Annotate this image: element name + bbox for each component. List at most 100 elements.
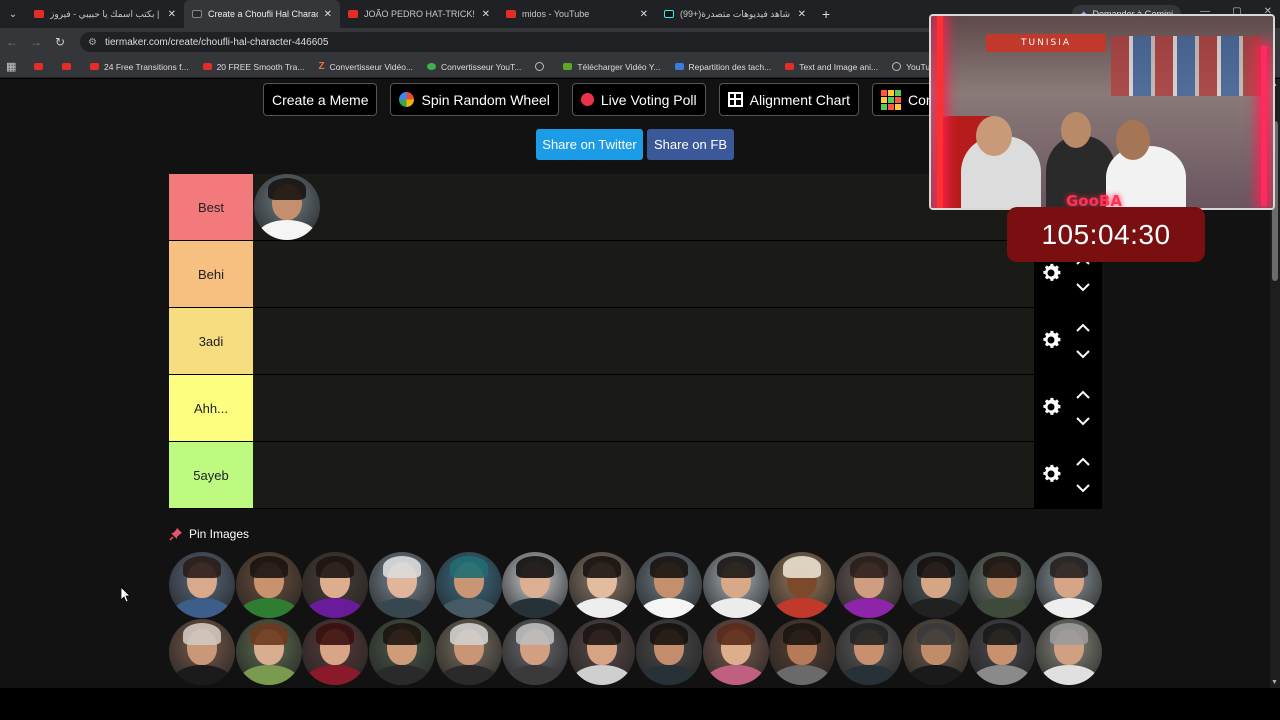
pool-image-avatar[interactable] (635, 552, 702, 618)
close-icon[interactable]: ✕ (168, 9, 176, 20)
pool-image-avatar[interactable] (435, 619, 502, 685)
tier-row: 3adi (169, 308, 1102, 375)
youtube-icon (202, 63, 212, 70)
image-pool (169, 552, 1103, 685)
tier-label[interactable]: 3adi (169, 308, 253, 374)
tier-drop-zone[interactable] (253, 375, 1034, 441)
reload-icon[interactable]: ↻ (48, 35, 72, 49)
tab-5[interactable]: (99+)شاهد فيديوهات متصدرة ✕ (656, 0, 814, 28)
pin-images-header: Pin Images (169, 527, 249, 541)
bookmark-8[interactable]: Télécharger Vidéo Y... (563, 62, 661, 72)
back-arrow-icon[interactable]: ← (0, 35, 24, 49)
live-voting-button[interactable]: Live Voting Poll (571, 83, 706, 116)
tab-search-icon[interactable]: ⌄ (0, 0, 26, 28)
close-icon[interactable]: ✕ (798, 9, 806, 20)
tier-label[interactable]: Best (169, 174, 253, 240)
tier-item-avatar[interactable] (254, 174, 320, 240)
pool-image-avatar[interactable] (1035, 552, 1102, 618)
pool-image-avatar[interactable] (235, 619, 302, 685)
scroll-down-icon[interactable]: ▼ (1271, 679, 1278, 686)
close-icon[interactable]: ✕ (324, 9, 332, 20)
bookmark-5[interactable]: Z Convertisseur Vidéo... (318, 61, 413, 72)
spin-wheel-button[interactable]: Spin Random Wheel (390, 83, 559, 116)
bookmark-4[interactable]: 20 FREE Smooth Tra... (202, 62, 304, 72)
tier-drop-zone[interactable] (253, 241, 1034, 307)
chevron-down-icon[interactable] (1074, 482, 1092, 494)
pool-image-avatar[interactable] (902, 619, 969, 685)
chevron-up-icon[interactable] (1074, 389, 1092, 401)
chevron-down-icon[interactable] (1074, 348, 1092, 360)
create-meme-button[interactable]: Create a Meme (263, 83, 378, 116)
pool-image-avatar[interactable] (635, 619, 702, 685)
gear-icon[interactable] (1039, 462, 1063, 486)
pool-image-avatar[interactable] (769, 552, 836, 618)
grid-icon (727, 92, 743, 107)
share-facebook-button[interactable]: Share on FB (647, 129, 734, 160)
tier-label[interactable]: Ahh... (169, 375, 253, 441)
gear-icon[interactable] (1039, 328, 1063, 352)
alignment-chart-button[interactable]: Alignment Chart (718, 83, 860, 116)
pool-image-avatar[interactable] (702, 619, 769, 685)
youtube-icon (34, 10, 44, 18)
tab-1[interactable]: بكتب اسمك يا حبيبي - فيروز | ube ✕ (26, 0, 184, 28)
site-info-icon[interactable]: ⚙ (88, 37, 97, 48)
tier-label[interactable]: Behi (169, 241, 253, 307)
button-label: Alignment Chart (749, 91, 851, 108)
pool-image-avatar[interactable] (569, 619, 636, 685)
bookmark-1[interactable] (34, 63, 48, 70)
bookmark-9[interactable]: Repartition des tach... (674, 62, 771, 72)
pool-image-avatar[interactable] (569, 552, 636, 618)
apps-grid-icon[interactable]: ▦ (6, 60, 20, 73)
pool-image-avatar[interactable] (969, 619, 1036, 685)
pool-image-avatar[interactable] (435, 552, 502, 618)
chevron-up-icon[interactable] (1074, 322, 1092, 334)
pool-image-avatar[interactable] (969, 552, 1036, 618)
chevron-down-icon[interactable] (1074, 415, 1092, 427)
bookmark-3[interactable]: 24 Free Transitions f... (90, 62, 189, 72)
bookmark-6[interactable]: Convertisseur YouT... (427, 62, 521, 72)
gear-icon[interactable] (1039, 261, 1063, 285)
tab-4[interactable]: midos - YouTube ✕ (498, 0, 656, 28)
pool-image-avatar[interactable] (235, 552, 302, 618)
forward-arrow-icon[interactable]: → (24, 35, 48, 49)
close-icon[interactable]: ✕ (482, 9, 490, 20)
globe-icon (535, 62, 545, 71)
bookmark-label: Text and Image ani... (799, 61, 879, 72)
pool-image-avatar[interactable] (169, 619, 235, 685)
tier-controls (1034, 308, 1102, 374)
pool-image-avatar[interactable] (169, 552, 235, 618)
docs-icon (674, 63, 684, 70)
pool-image-avatar[interactable] (302, 552, 369, 618)
pool-image-avatar[interactable] (369, 619, 436, 685)
tier-label[interactable]: 5ayeb (169, 442, 253, 508)
pool-image-avatar[interactable] (502, 619, 569, 685)
pool-image-avatar[interactable] (302, 619, 369, 685)
download-icon (563, 63, 573, 70)
pool-image-avatar[interactable] (902, 552, 969, 618)
mouse-cursor-icon (121, 587, 131, 603)
flag-banner: TUNISIA (986, 34, 1106, 52)
bookmark-7[interactable] (535, 62, 549, 71)
share-twitter-button[interactable]: Share on Twitter (536, 129, 643, 160)
bookmark-2[interactable] (62, 63, 76, 70)
pool-image-avatar[interactable] (769, 619, 836, 685)
tab-2-active[interactable]: Create a Choufli Hal Character ✕ (184, 0, 340, 28)
new-tab-button[interactable]: + (822, 6, 830, 22)
pool-image-avatar[interactable] (835, 619, 902, 685)
bookmark-10[interactable]: Text and Image ani... (785, 62, 878, 72)
chevron-down-icon[interactable] (1074, 281, 1092, 293)
pool-image-avatar[interactable] (702, 552, 769, 618)
url-field[interactable]: ⚙ tiermaker.com/create/choufli-hal-chara… (80, 32, 940, 52)
tab-3[interactable]: JOÃO PEDRO HAT-TRICK! | Che ✕ (340, 0, 498, 28)
gear-icon[interactable] (1039, 395, 1063, 419)
close-icon[interactable]: ✕ (640, 9, 648, 20)
pool-image-avatar[interactable] (369, 552, 436, 618)
pool-image-avatar[interactable] (835, 552, 902, 618)
chevron-up-icon[interactable] (1074, 456, 1092, 468)
tier-drop-zone[interactable] (253, 442, 1034, 508)
pool-image-avatar[interactable] (1035, 619, 1102, 685)
tier-drop-zone[interactable] (253, 308, 1034, 374)
tier-drop-zone[interactable] (253, 174, 1034, 240)
pool-image-avatar[interactable] (502, 552, 569, 618)
taskbar (0, 688, 1280, 720)
